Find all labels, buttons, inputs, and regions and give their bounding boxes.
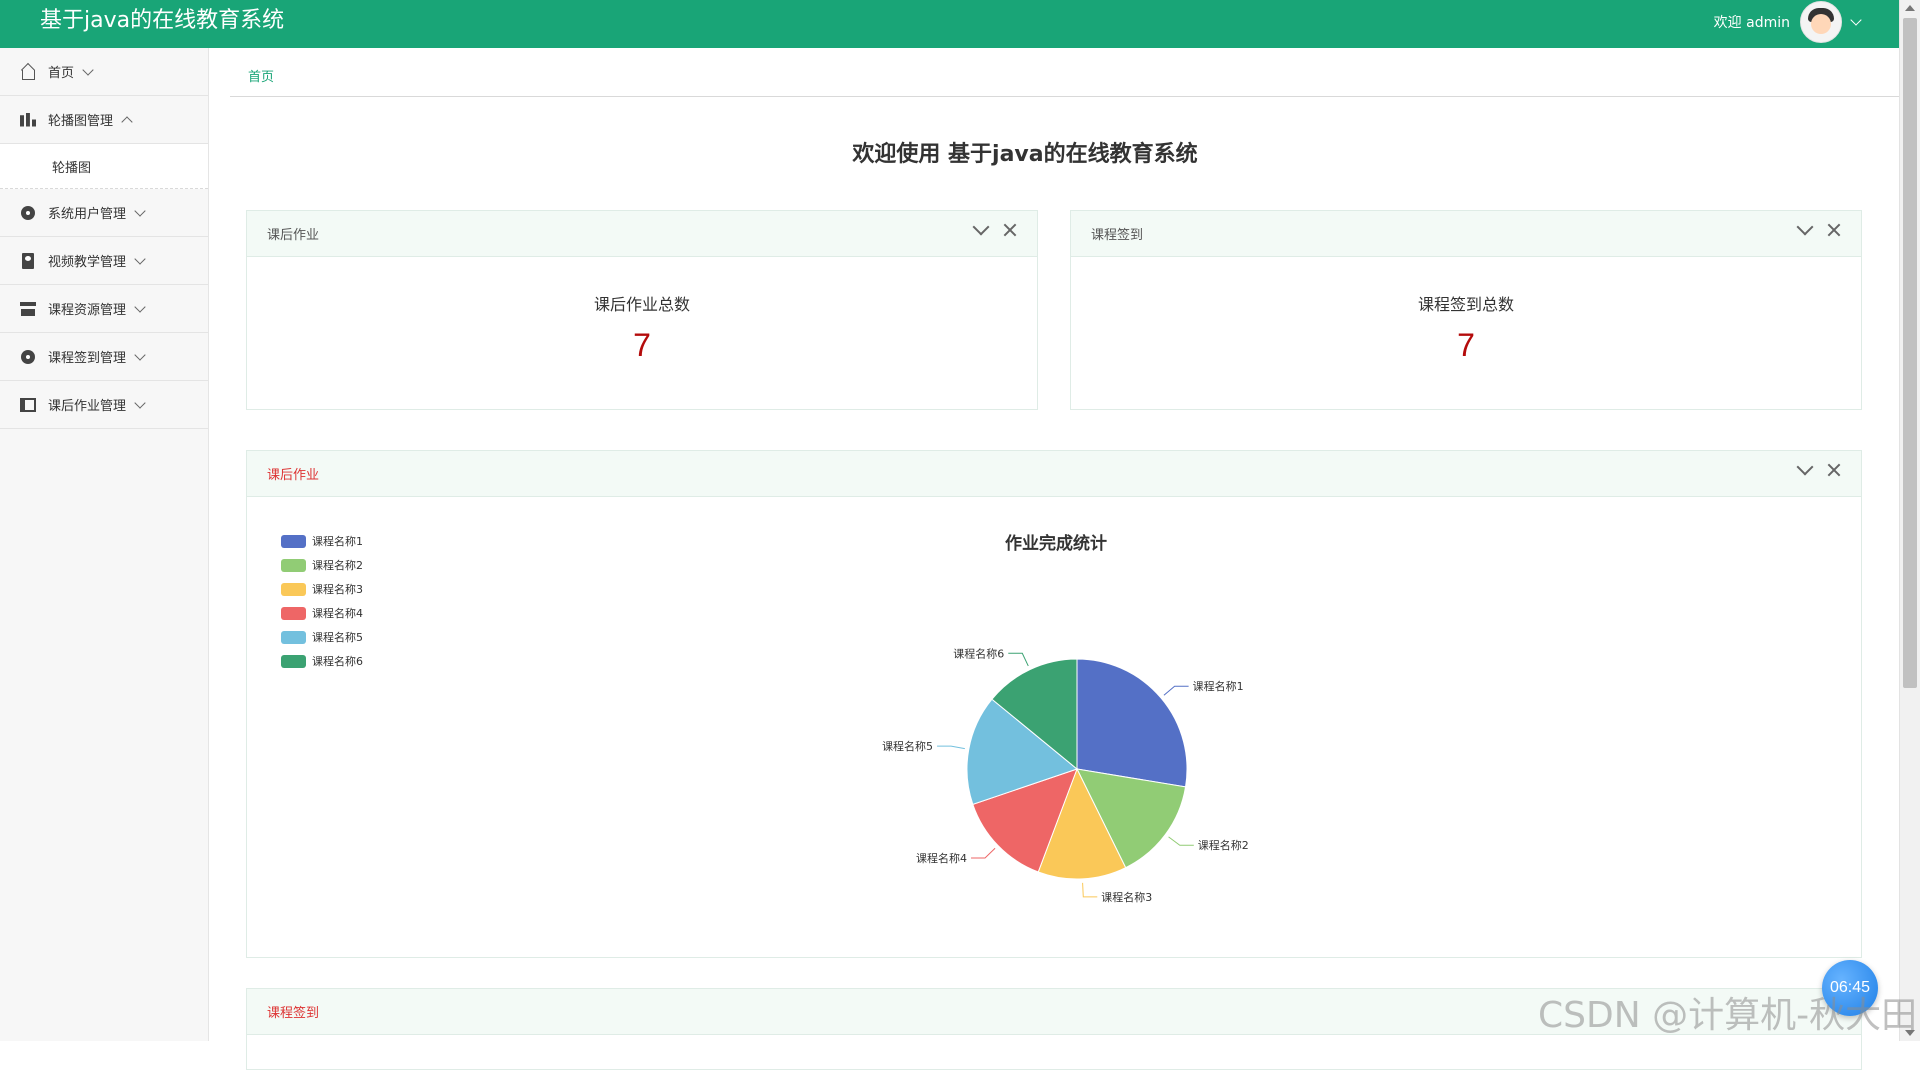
- stat-label: 课程签到总数: [1417, 295, 1514, 314]
- card-tools: [1796, 458, 1841, 477]
- chevron-down-icon: [134, 396, 146, 409]
- breadcrumb-divider: [230, 96, 1900, 97]
- page-title: 欢迎使用 基于java的在线教育系统: [852, 142, 1198, 167]
- app-title: 基于java的在线教育系统: [40, 8, 285, 33]
- pie-label-line: [1082, 882, 1098, 898]
- breadcrumb-home[interactable]: 首页: [248, 70, 274, 85]
- sidebar-item-system-users[interactable]: 系统用户管理: [0, 189, 208, 237]
- chevron-up-icon: [121, 115, 133, 128]
- homework-count-card: 课后作业 课后作业总数 7: [246, 210, 1038, 410]
- card-title: 课程签到: [267, 1006, 320, 1021]
- card-tools: [1796, 218, 1841, 237]
- sidebar-item-label: 视频教学管理: [48, 255, 127, 270]
- home-icon: [20, 64, 36, 80]
- sidebar-item-video-teaching[interactable]: 视频教学管理: [0, 237, 208, 285]
- pie-label: 课程名称3: [1101, 890, 1152, 904]
- user-circle-icon: [20, 205, 36, 221]
- pie-label-line: [971, 847, 996, 859]
- homework-chart-panel: 课后作业 课程名称1 课程名称2 课程名称3 课程名称4 课程名称5 课程名称6 作业完成…: [246, 450, 1862, 958]
- sidebar-item-label: 课程资源管理: [48, 303, 127, 318]
- checkin-count-card: 课程签到 课程签到总数 7: [1070, 210, 1862, 410]
- sidebar: 首页 轮播图管理 轮播图 系统用户管理 视频教学管理 课程资源管理 课程签到管理…: [0, 48, 209, 1041]
- submenu-item-carousel[interactable]: 轮播图: [0, 144, 208, 189]
- collapse-icon[interactable]: [1796, 218, 1814, 236]
- pie-label-line: [1168, 836, 1194, 846]
- archive-icon: [20, 301, 36, 317]
- main-content: 首页 欢迎使用 基于java的在线教育系统 课后作业 课后作业总数 7 课程签到…: [230, 48, 1900, 1070]
- bar-chart-icon: [20, 112, 36, 128]
- chevron-down-icon: [134, 348, 146, 361]
- stat-value: 7: [633, 327, 651, 363]
- scroll-up-icon[interactable]: [1905, 5, 1915, 11]
- scroll-thumb[interactable]: [1903, 18, 1917, 688]
- watermark: CSDN @计算机-秋大田: [1538, 995, 1918, 1036]
- chevron-down-icon[interactable]: [1850, 14, 1862, 26]
- chevron-down-icon: [82, 63, 94, 76]
- submenu-item-label: 轮播图: [52, 160, 92, 176]
- pie-label-line: [1008, 652, 1029, 667]
- chevron-down-icon: [134, 300, 146, 313]
- sidebar-item-course-resources[interactable]: 课程资源管理: [0, 285, 208, 333]
- avatar-face: [1811, 14, 1831, 34]
- video-book-icon: [20, 252, 36, 269]
- pie-label-line: [937, 745, 965, 750]
- pie-label-line: [1163, 685, 1189, 696]
- card-title: 课程签到: [1091, 228, 1144, 243]
- pie-label: 课程名称6: [953, 646, 1004, 660]
- sidebar-item-course-checkin[interactable]: 课程签到管理: [0, 333, 208, 381]
- collapse-icon[interactable]: [972, 218, 990, 236]
- chevron-down-icon: [134, 204, 146, 217]
- close-icon[interactable]: [1003, 223, 1017, 237]
- sidebar-item-label: 首页: [48, 66, 75, 81]
- sidebar-item-home[interactable]: 首页: [0, 48, 208, 96]
- breadcrumb[interactable]: 首页: [248, 66, 274, 85]
- card-header: 课后作业: [247, 211, 1037, 257]
- card-title: 课后作业: [267, 228, 320, 243]
- stat-label: 课后作业总数: [593, 295, 690, 314]
- sidebar-item-label: 系统用户管理: [48, 207, 127, 222]
- pie-chart: 课程名称1 课程名称2 课程名称3 课程名称4 课程名称5 课程名称6: [882, 646, 1249, 904]
- sidebar-item-label: 课程签到管理: [48, 351, 127, 366]
- stat-value: 7: [1457, 327, 1475, 363]
- panel-icon: [20, 397, 36, 413]
- card-tools: [972, 218, 1017, 237]
- close-icon[interactable]: [1827, 463, 1841, 477]
- card-header: 课程签到: [1071, 211, 1861, 257]
- pie-slice[interactable]: [1076, 658, 1188, 788]
- top-header: 基于java的在线教育系统 欢迎 admin: [0, 0, 1900, 48]
- card-header: 课后作业: [247, 451, 1861, 497]
- sidebar-item-carousel-management[interactable]: 轮播图管理: [0, 96, 208, 144]
- sidebar-item-homework[interactable]: 课后作业管理: [0, 381, 208, 429]
- collapse-icon[interactable]: [1796, 458, 1814, 476]
- card-title: 课后作业: [267, 468, 320, 483]
- pie-label: 课程名称2: [1198, 838, 1249, 852]
- chart-area: 课程名称1 课程名称2 课程名称3 课程名称4 课程名称5 课程名称6 作业完成统计 课程…: [247, 497, 1861, 957]
- avatar[interactable]: [1800, 1, 1842, 43]
- pie-label: 课程名称1: [1193, 679, 1244, 693]
- user-menu[interactable]: 欢迎 admin: [1713, 0, 1862, 44]
- page-scrollbar[interactable]: [1899, 0, 1920, 1041]
- checkin-icon: [20, 349, 36, 365]
- close-icon[interactable]: [1827, 223, 1841, 237]
- sidebar-item-label: 轮播图管理: [48, 114, 114, 129]
- pie-label: 课程名称4: [916, 851, 967, 865]
- welcome-text: 欢迎 admin: [1713, 15, 1790, 31]
- sidebar-item-label: 课后作业管理: [48, 399, 127, 414]
- chevron-down-icon: [134, 252, 146, 265]
- pie-label: 课程名称5: [882, 739, 933, 753]
